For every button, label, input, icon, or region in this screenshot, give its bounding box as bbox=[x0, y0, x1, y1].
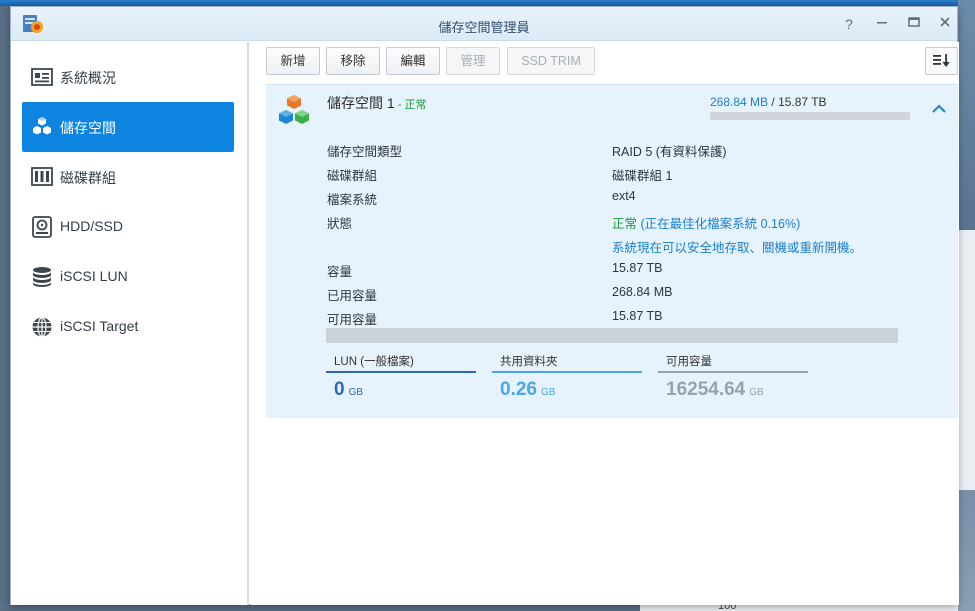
stat-lun-unit: GB bbox=[348, 387, 364, 398]
volume-status-separator: - bbox=[394, 99, 405, 111]
main-content: 新增 移除 編輯 管理 SSD TRIM 儲存空間 1 - 正常 268.84 … bbox=[251, 42, 959, 605]
sidebar-item-label: HDD/SSD bbox=[60, 218, 124, 234]
overview-icon bbox=[31, 68, 53, 86]
stat-free-line bbox=[658, 371, 808, 373]
manage-button[interactable]: 管理 bbox=[446, 47, 500, 75]
prop-label-capacity: 容量 bbox=[327, 265, 353, 279]
prop-value-free-capacity: 15.87 TB bbox=[612, 309, 663, 323]
background-window-edge bbox=[958, 230, 975, 490]
sidebar-item-volume[interactable]: 儲存空間 bbox=[22, 102, 234, 152]
status-note: 系統現在可以安全地存取、關機或重新開機。 bbox=[612, 241, 863, 255]
capacity-bar bbox=[326, 328, 898, 343]
edit-button[interactable]: 編輯 bbox=[386, 47, 440, 75]
stat-shared-folder-line bbox=[492, 371, 642, 373]
sidebar-item-iscsi-lun[interactable]: iSCSI LUN bbox=[22, 252, 234, 302]
disk-group-icon bbox=[31, 167, 53, 186]
prop-value-disk-group: 磁碟群組 1 bbox=[612, 169, 673, 183]
help-icon[interactable]: ? bbox=[840, 15, 858, 33]
volume-cubes-icon bbox=[33, 117, 51, 135]
prop-value-file-system: ext4 bbox=[612, 189, 636, 203]
title-bar[interactable]: 儲存空間管理員 ? bbox=[11, 7, 957, 41]
volume-cubes-icon bbox=[279, 95, 309, 124]
volume-total: 15.87 TB bbox=[778, 95, 827, 109]
prop-label-status: 狀態 bbox=[327, 217, 353, 231]
prop-label-disk-group: 磁碟群組 bbox=[327, 169, 378, 183]
volume-panel[interactable]: 儲存空間 1 - 正常 268.84 MB / 15.87 TB 儲存空間類型 … bbox=[266, 84, 958, 418]
stat-shared-folder-number: 0.26 bbox=[500, 379, 537, 400]
stat-shared-folder-unit: GB bbox=[540, 387, 556, 398]
stat-shared-folder-label: 共用資料夾 bbox=[500, 356, 558, 368]
stat-lun-line bbox=[326, 371, 476, 373]
prop-label-volume-type: 儲存空間類型 bbox=[327, 145, 403, 159]
volume-usage-separator: / bbox=[768, 95, 779, 109]
create-button[interactable]: 新增 bbox=[266, 47, 320, 75]
stat-free-unit: GB bbox=[749, 387, 764, 398]
sidebar-item-hdd-ssd[interactable]: HDD/SSD bbox=[22, 202, 234, 252]
stat-free-value: 16254.64 GB bbox=[666, 379, 764, 401]
window-title: 儲存空間管理員 bbox=[438, 20, 530, 35]
prop-label-used-capacity: 已用容量 bbox=[327, 289, 378, 303]
storage-manager-window: 儲存空間管理員 ? 系統概況 儲存空間 磁碟群組 HDD/SSD iSCSI L… bbox=[10, 6, 959, 605]
sidebar: 系統概況 儲存空間 磁碟群組 HDD/SSD iSCSI LUN iSCSI T… bbox=[11, 42, 249, 605]
prop-value-capacity: 15.87 TB bbox=[612, 261, 663, 275]
sidebar-item-iscsi-target[interactable]: iSCSI Target bbox=[22, 302, 234, 352]
volume-usage-bar bbox=[710, 112, 910, 120]
prop-value-volume-type: RAID 5 (有資料保護) bbox=[612, 145, 727, 159]
ssd-trim-button[interactable]: SSD TRIM bbox=[507, 47, 595, 75]
desktop-background bbox=[958, 0, 975, 611]
stat-free-number: 16254.64 bbox=[666, 379, 746, 400]
stat-lun-value: 0 GB bbox=[334, 379, 363, 401]
status-detail-text: (正在最佳化檔案系統 0.16%) bbox=[637, 217, 801, 231]
volume-title: 儲存空間 1 - 正常 bbox=[327, 93, 426, 113]
lun-stack-icon bbox=[33, 267, 51, 287]
stat-lun-label: LUN (一般檔案) bbox=[334, 356, 414, 368]
stat-shared-folder: 共用資料夾 0.26 GB bbox=[492, 350, 642, 400]
sort-icon bbox=[933, 54, 950, 67]
stat-lun: LUN (一般檔案) 0 GB bbox=[326, 350, 476, 400]
prop-label-file-system: 檔案系統 bbox=[327, 193, 378, 207]
globe-icon bbox=[32, 316, 52, 338]
volume-used: 268.84 MB bbox=[710, 95, 769, 109]
prop-value-used-capacity: 268.84 MB bbox=[612, 285, 673, 299]
sidebar-item-disk-group[interactable]: 磁碟群組 bbox=[22, 152, 234, 202]
sidebar-item-label: iSCSI LUN bbox=[60, 268, 128, 284]
sidebar-item-label: 系統概況 bbox=[60, 70, 116, 86]
sidebar-item-label: 磁碟群組 bbox=[60, 170, 116, 186]
sort-button[interactable] bbox=[925, 47, 958, 75]
stat-free-label: 可用容量 bbox=[666, 356, 712, 368]
status-ok-text: 正常 bbox=[612, 217, 638, 231]
remove-button[interactable]: 移除 bbox=[326, 47, 380, 75]
volume-usage: 268.84 MB / 15.87 TB bbox=[710, 95, 827, 109]
sidebar-item-overview[interactable]: 系統概況 bbox=[22, 52, 234, 102]
volume-name: 儲存空間 1 bbox=[327, 95, 395, 111]
stat-lun-number: 0 bbox=[334, 379, 345, 400]
hdd-icon bbox=[32, 216, 52, 238]
minimize-icon[interactable] bbox=[873, 15, 891, 33]
sidebar-item-label: 儲存空間 bbox=[60, 120, 116, 136]
stat-shared-folder-value: 0.26 GB bbox=[500, 379, 555, 401]
prop-value-status: 正常 (正在最佳化檔案系統 0.16%) bbox=[612, 213, 800, 232]
chevron-up-icon[interactable] bbox=[930, 100, 948, 118]
volume-status: 正常 bbox=[404, 99, 427, 111]
close-icon[interactable] bbox=[936, 15, 954, 33]
sidebar-item-label: iSCSI Target bbox=[60, 318, 139, 334]
prop-label-free-capacity: 可用容量 bbox=[327, 313, 378, 327]
maximize-icon[interactable] bbox=[905, 15, 923, 33]
stat-free: 可用容量 16254.64 GB bbox=[658, 350, 808, 400]
